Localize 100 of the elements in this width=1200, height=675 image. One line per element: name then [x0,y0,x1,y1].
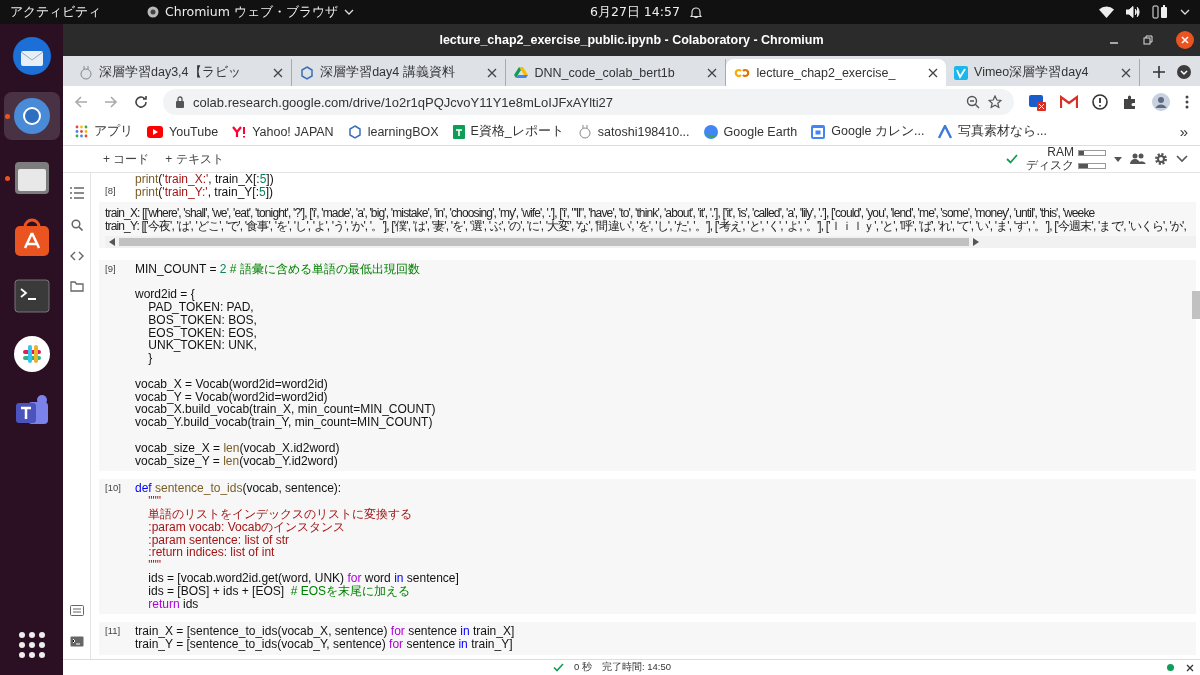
mail-m-icon[interactable] [1060,95,1078,109]
code-line: """ [147,495,162,508]
terminal-icon[interactable] [69,636,84,647]
running-dot [4,114,10,119]
restore-icon[interactable] [1142,34,1154,46]
close-icon[interactable] [1176,31,1194,49]
zoom-icon[interactable] [966,95,980,109]
bookmark[interactable]: E資格_レポート [452,123,564,140]
bookmark[interactable]: アプリ [75,123,133,140]
battery-icon[interactable] [1152,5,1168,19]
star-icon[interactable] [988,95,1002,109]
lock-icon [175,96,185,108]
caret-icon[interactable] [1180,9,1190,15]
code-line: UNK_TOKEN: UNK, [147,339,258,353]
code-line: print('train_X:', train_X[:5]) [135,173,274,186]
close-icon[interactable] [928,67,939,78]
browser-tab[interactable]: lecture_chap2_exercise_ [726,59,947,86]
search-icon[interactable] [70,219,83,231]
code-line: vocab_size_X = len(vocab_X.id2word) [135,441,341,455]
resource-meter [1078,149,1106,156]
code-line: vocab_X.build_vocab(train_X, min_count=MIN_COUNT) [135,403,436,417]
globe-icon [703,124,718,139]
chevron-icon[interactable] [1176,155,1188,163]
bookmark[interactable]: Yahoo! JAPAN [232,124,334,139]
code-cell[interactable] [99,259,1196,472]
window-title: lecture_chap2_exercise_public.ipynb - Colaboratory - Chromium [439,33,824,47]
insert-button[interactable]: + コード [99,150,154,168]
code-line: :param vocab: Vocabのインスタンス [147,520,346,534]
a-shape-icon [938,124,953,139]
extension-badge-icon[interactable] [1028,93,1046,111]
puzzle-icon[interactable] [1122,94,1138,110]
code-line: vocab_Y = Vocab(word2id=word2id) [135,390,328,404]
resource-label: ディスク [1026,159,1074,172]
tab-search-icon[interactable] [1176,64,1192,80]
code-line: EOS_TOKEN: EOS, [147,326,258,340]
resource-label: RAM [1047,146,1074,159]
horizontal-scrollbar[interactable] [105,235,1196,248]
settings-icon[interactable] [1154,152,1168,166]
caret-icon[interactable] [1114,156,1122,162]
bookmark[interactable]: learningBOX [347,124,439,139]
more-menu-icon[interactable] [1184,94,1190,110]
code-line: """ [147,559,163,572]
run-duration: 0 秒 [574,661,592,674]
execution-count: [8] [104,184,117,198]
profile-icon[interactable] [1152,93,1170,111]
code-line: vocab_Y.build_vocab(train_Y, min_count=MIN_COUNT) [135,416,433,429]
scroll-right-icon[interactable] [973,237,979,246]
close-icon[interactable] [707,67,718,78]
close-icon[interactable] [273,67,284,78]
execution-count: [9] [104,262,117,276]
keyboard-icon[interactable] [69,605,84,616]
drive-icon [514,65,529,80]
app-menu[interactable]: Chromium ウェブ・ブラウザ [141,2,360,22]
code-line: return ids [147,597,199,611]
reload-icon[interactable] [133,94,149,110]
bookmark[interactable]: satoshi198410... [577,124,690,139]
toc-icon[interactable] [69,187,84,199]
check-icon [553,663,564,672]
hexagon-icon [300,65,315,80]
code-line: BOS_TOKEN: BOS, [147,313,258,327]
chromium-icon [147,6,159,18]
alert-circle-icon[interactable] [1092,94,1108,110]
volume-icon[interactable] [1126,6,1140,18]
output-line: train_Y: [['今夜', 'は', 'どこ', 'で', '食事', 'を', 'し', 'よ', 'う', 'か', '。'], ['僕', 'は', '妻', 'を', '選', 'ぶ', 'の', 'に', '大変', 'な', '間違い', 'を', 'し', 'た', '。'], ['考え', 'と', 'く', 'よ', '。'], ['ｌｉｌｙ', 'と', '呼', 'ば', 'れ', 'て', 'い', 'ま', 'す', '。'], ['今週末', 'まで', 'いくら', 'か', [105,219,1187,233]
bookmark[interactable]: Google カレン... [811,123,925,140]
activities-button[interactable]: アクティビティ [10,3,101,21]
code-line: :param sentence: list of str [147,533,291,547]
resource-meter [1078,162,1106,169]
code-cell[interactable]: [11] train_X = [sentence_to_ids(vocab_X, sentence) for sentence in train_X] train_Y = [sentence_to_ids(vocab_Y, sentence) for sentence in train_Y] [99,622,1196,655]
output-line: train_X: [['where', 'shall', 'we', 'eat', 'tonight', '?'], ['i', 'made', 'a', 'big', 'mistake', 'in', 'choosing', 'my', 'wife', '.'], ['i', "'ll", 'have', 'to', 'think', 'about', 'it', '.'], ['it', 'is', 'called', 'a', 'lily', '.'], ['could', 'you', 'lend', 'me', 'some', 'money', 'until', 'this', 'weeke [105,206,1096,220]
clock[interactable]: 6月27日 14:57 [590,3,680,21]
code-line: def sentence_to_ids(vocab, sentence): [135,482,343,496]
code-line: :return indices: list of int [147,546,276,560]
code-brackets-icon[interactable] [69,251,84,261]
close-icon[interactable] [1186,663,1194,672]
close-icon[interactable] [487,67,498,78]
bookmark[interactable]: 写真素材なら... [938,123,1047,140]
code-line: ids = [vocab.word2id.get(word, UNK) for word in sentence] [147,571,459,585]
video-v-icon [954,65,969,80]
hexagon-icon [347,124,362,139]
wifi-icon[interactable] [1099,6,1114,18]
code-line: } [147,352,153,365]
bookmark[interactable]: Google Earth [703,124,798,139]
code-line: train_Y = [sentence_to_ids(vocab_Y, sentence) for sentence in train_Y] [135,638,513,651]
new-tab-icon[interactable] [1152,65,1166,79]
scrollbar-thumb[interactable] [1192,291,1200,319]
caret-icon [343,9,354,15]
sheet-icon [452,124,465,139]
people-icon[interactable] [1130,153,1146,165]
code-line: vocab_X = Vocab(word2id=word2id) [135,377,329,391]
execution-count: [10] [104,482,122,496]
scroll-left-icon[interactable] [109,237,115,246]
y-mark-icon [232,125,247,138]
code-line: train_X = [sentence_to_ids(vocab_X, sentence) for sentence in train_X] [135,625,515,639]
close-icon[interactable] [1121,67,1131,78]
insert-button[interactable]: + テキスト [161,150,228,168]
bookmark[interactable]: YouTube [147,124,219,139]
more-bookmarks-button[interactable]: » [1179,123,1188,140]
infinity-loop-icon [734,66,751,79]
address-field[interactable]: colab.research.google.com/drive/1o2r1qPQJcvoY11Y1e8mLoIJFxAYlti27 [163,89,1014,115]
